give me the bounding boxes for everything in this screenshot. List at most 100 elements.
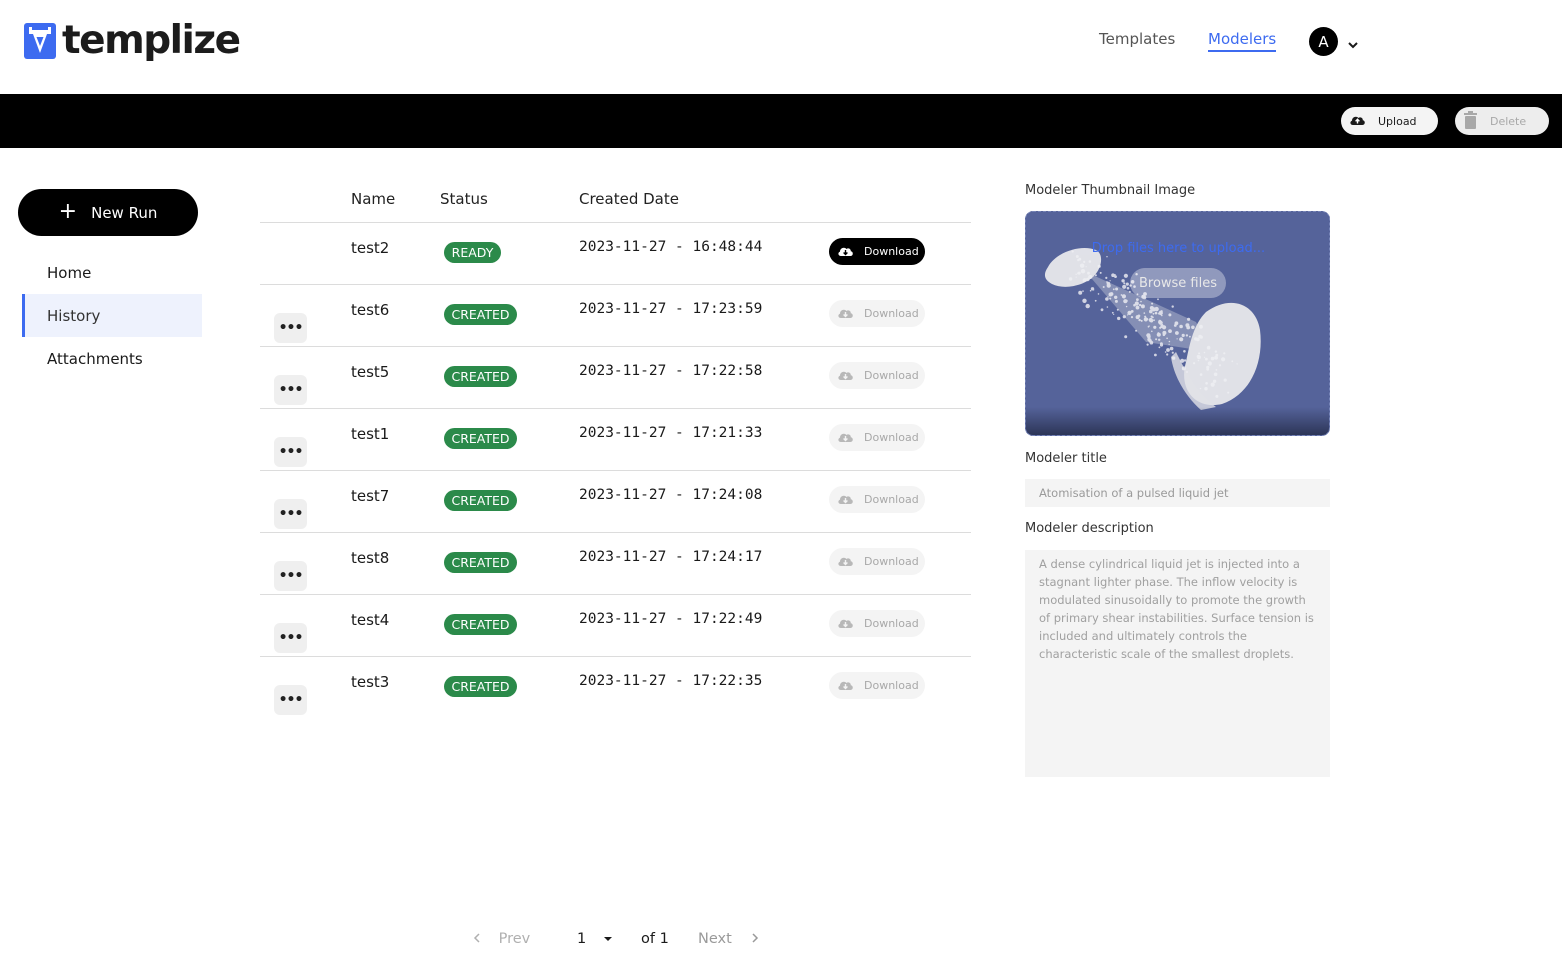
logo-icon bbox=[24, 23, 56, 59]
download-button[interactable]: Download bbox=[829, 424, 925, 451]
row-menu-button[interactable]: ••• bbox=[274, 685, 307, 715]
chevron-left-icon bbox=[472, 931, 499, 947]
modeler-title-field[interactable]: Atomisation of a pulsed liquid jet bbox=[1025, 479, 1330, 507]
brand-name: templize bbox=[62, 18, 241, 63]
status-badge: CREATED bbox=[444, 614, 517, 635]
row-menu-button[interactable]: ••• bbox=[274, 499, 307, 529]
chevron-right-icon bbox=[732, 931, 761, 947]
sidebar-item-label: Home bbox=[47, 263, 92, 282]
prev-page-button[interactable]: Prev bbox=[472, 931, 530, 947]
next-label: Next bbox=[698, 931, 732, 947]
download-label: Download bbox=[864, 617, 919, 630]
title-label: Modeler title bbox=[1025, 451, 1107, 466]
status-badge: CREATED bbox=[444, 428, 517, 449]
page-select[interactable]: 1 bbox=[577, 931, 613, 947]
thumbnail-label: Modeler Thumbnail Image bbox=[1025, 183, 1196, 198]
row-name[interactable]: test5 bbox=[351, 363, 389, 381]
cloud-download-icon bbox=[837, 492, 854, 508]
row-name[interactable]: test2 bbox=[351, 239, 389, 257]
more-icon: ••• bbox=[278, 320, 304, 336]
row-divider bbox=[260, 408, 971, 409]
row-name[interactable]: test8 bbox=[351, 549, 389, 567]
status-badge: CREATED bbox=[444, 552, 517, 573]
row-name[interactable]: test7 bbox=[351, 487, 389, 505]
row-created-date: 2023-11-27 - 17:21:33 bbox=[579, 425, 763, 441]
brand-logo[interactable]: templize bbox=[24, 18, 241, 63]
row-menu-button[interactable]: ••• bbox=[274, 313, 307, 343]
download-label: Download bbox=[864, 555, 919, 568]
row-created-date: 2023-11-27 - 17:24:17 bbox=[579, 549, 763, 565]
more-icon: ••• bbox=[278, 382, 304, 398]
more-icon: ••• bbox=[278, 630, 304, 646]
caret-down-icon bbox=[591, 931, 613, 947]
row-created-date: 2023-11-27 - 17:23:59 bbox=[579, 301, 763, 317]
row-created-date: 2023-11-27 - 16:48:44 bbox=[579, 239, 763, 255]
download-label: Download bbox=[864, 679, 919, 692]
description-label: Modeler description bbox=[1025, 521, 1154, 536]
row-menu-button[interactable]: ••• bbox=[274, 561, 307, 591]
next-page-button[interactable]: Next bbox=[698, 931, 760, 947]
row-name[interactable]: test4 bbox=[351, 611, 389, 629]
download-label: Download bbox=[864, 493, 919, 506]
sidebar-item-home[interactable]: Home bbox=[22, 251, 202, 294]
browse-files-button[interactable]: Browse files bbox=[1130, 268, 1226, 298]
sidebar-item-label: Attachments bbox=[47, 349, 143, 368]
download-label: Download bbox=[864, 431, 919, 444]
column-header-status[interactable]: Status bbox=[440, 190, 488, 208]
row-name[interactable]: test6 bbox=[351, 301, 389, 319]
cloud-download-icon bbox=[837, 554, 854, 570]
download-button[interactable]: Download bbox=[829, 672, 925, 699]
sidebar-item-attachments[interactable]: Attachments bbox=[22, 337, 202, 380]
new-run-label: New Run bbox=[91, 203, 158, 222]
more-icon: ••• bbox=[278, 692, 304, 708]
download-button[interactable]: Download bbox=[829, 610, 925, 637]
row-name[interactable]: test1 bbox=[351, 425, 389, 443]
chevron-down-icon[interactable] bbox=[1347, 35, 1359, 54]
cloud-download-icon bbox=[837, 368, 854, 384]
row-divider bbox=[260, 656, 971, 657]
delete-button[interactable]: Delete bbox=[1455, 107, 1549, 135]
upload-label: Upload bbox=[1378, 114, 1417, 128]
more-icon: ••• bbox=[278, 444, 304, 460]
status-badge: CREATED bbox=[444, 304, 517, 325]
download-button[interactable]: Download bbox=[829, 238, 925, 265]
plus-icon: + bbox=[58, 199, 78, 224]
row-created-date: 2023-11-27 - 17:22:58 bbox=[579, 363, 763, 379]
row-divider bbox=[260, 594, 971, 595]
thumbnail-shadow bbox=[1026, 407, 1329, 435]
header-divider bbox=[260, 222, 971, 223]
thumbnail-dropzone[interactable]: Drop files here to upload... Browse file… bbox=[1025, 211, 1330, 436]
app-header: templize Templates Modelers A bbox=[0, 0, 1562, 94]
cloud-download-icon bbox=[837, 430, 854, 446]
dropzone-hint: Drop files here to upload... bbox=[1091, 241, 1266, 256]
row-divider bbox=[260, 284, 971, 285]
download-button[interactable]: Download bbox=[829, 300, 925, 327]
download-button[interactable]: Download bbox=[829, 548, 925, 575]
download-label: Download bbox=[864, 245, 919, 258]
cloud-download-icon bbox=[837, 306, 854, 322]
nav-modelers[interactable]: Modelers bbox=[1208, 30, 1277, 52]
new-run-button[interactable]: + New Run bbox=[18, 189, 198, 236]
row-menu-button[interactable]: ••• bbox=[274, 437, 307, 467]
column-header-created-date[interactable]: Created Date bbox=[579, 190, 679, 208]
sidebar-item-history[interactable]: History bbox=[22, 294, 202, 337]
row-menu-button[interactable]: ••• bbox=[274, 623, 307, 653]
row-divider bbox=[260, 470, 971, 471]
avatar[interactable]: A bbox=[1309, 27, 1338, 56]
cloud-download-icon bbox=[837, 244, 854, 260]
download-button[interactable]: Download bbox=[829, 486, 925, 513]
row-menu-button[interactable]: ••• bbox=[274, 375, 307, 405]
upload-button[interactable]: Upload bbox=[1341, 107, 1438, 135]
action-toolbar: Upload Delete bbox=[0, 94, 1562, 148]
download-button[interactable]: Download bbox=[829, 362, 925, 389]
page-total: of 1 bbox=[641, 931, 669, 947]
column-header-name[interactable]: Name bbox=[351, 190, 395, 208]
row-name[interactable]: test3 bbox=[351, 673, 389, 691]
modeler-description-field[interactable]: A dense cylindrical liquid jet is inject… bbox=[1025, 550, 1330, 777]
nav-templates[interactable]: Templates bbox=[1099, 30, 1175, 48]
row-divider bbox=[260, 532, 971, 533]
cloud-download-icon bbox=[837, 616, 854, 632]
download-label: Download bbox=[864, 307, 919, 320]
trash-icon bbox=[1463, 110, 1478, 132]
status-badge: CREATED bbox=[444, 676, 517, 697]
